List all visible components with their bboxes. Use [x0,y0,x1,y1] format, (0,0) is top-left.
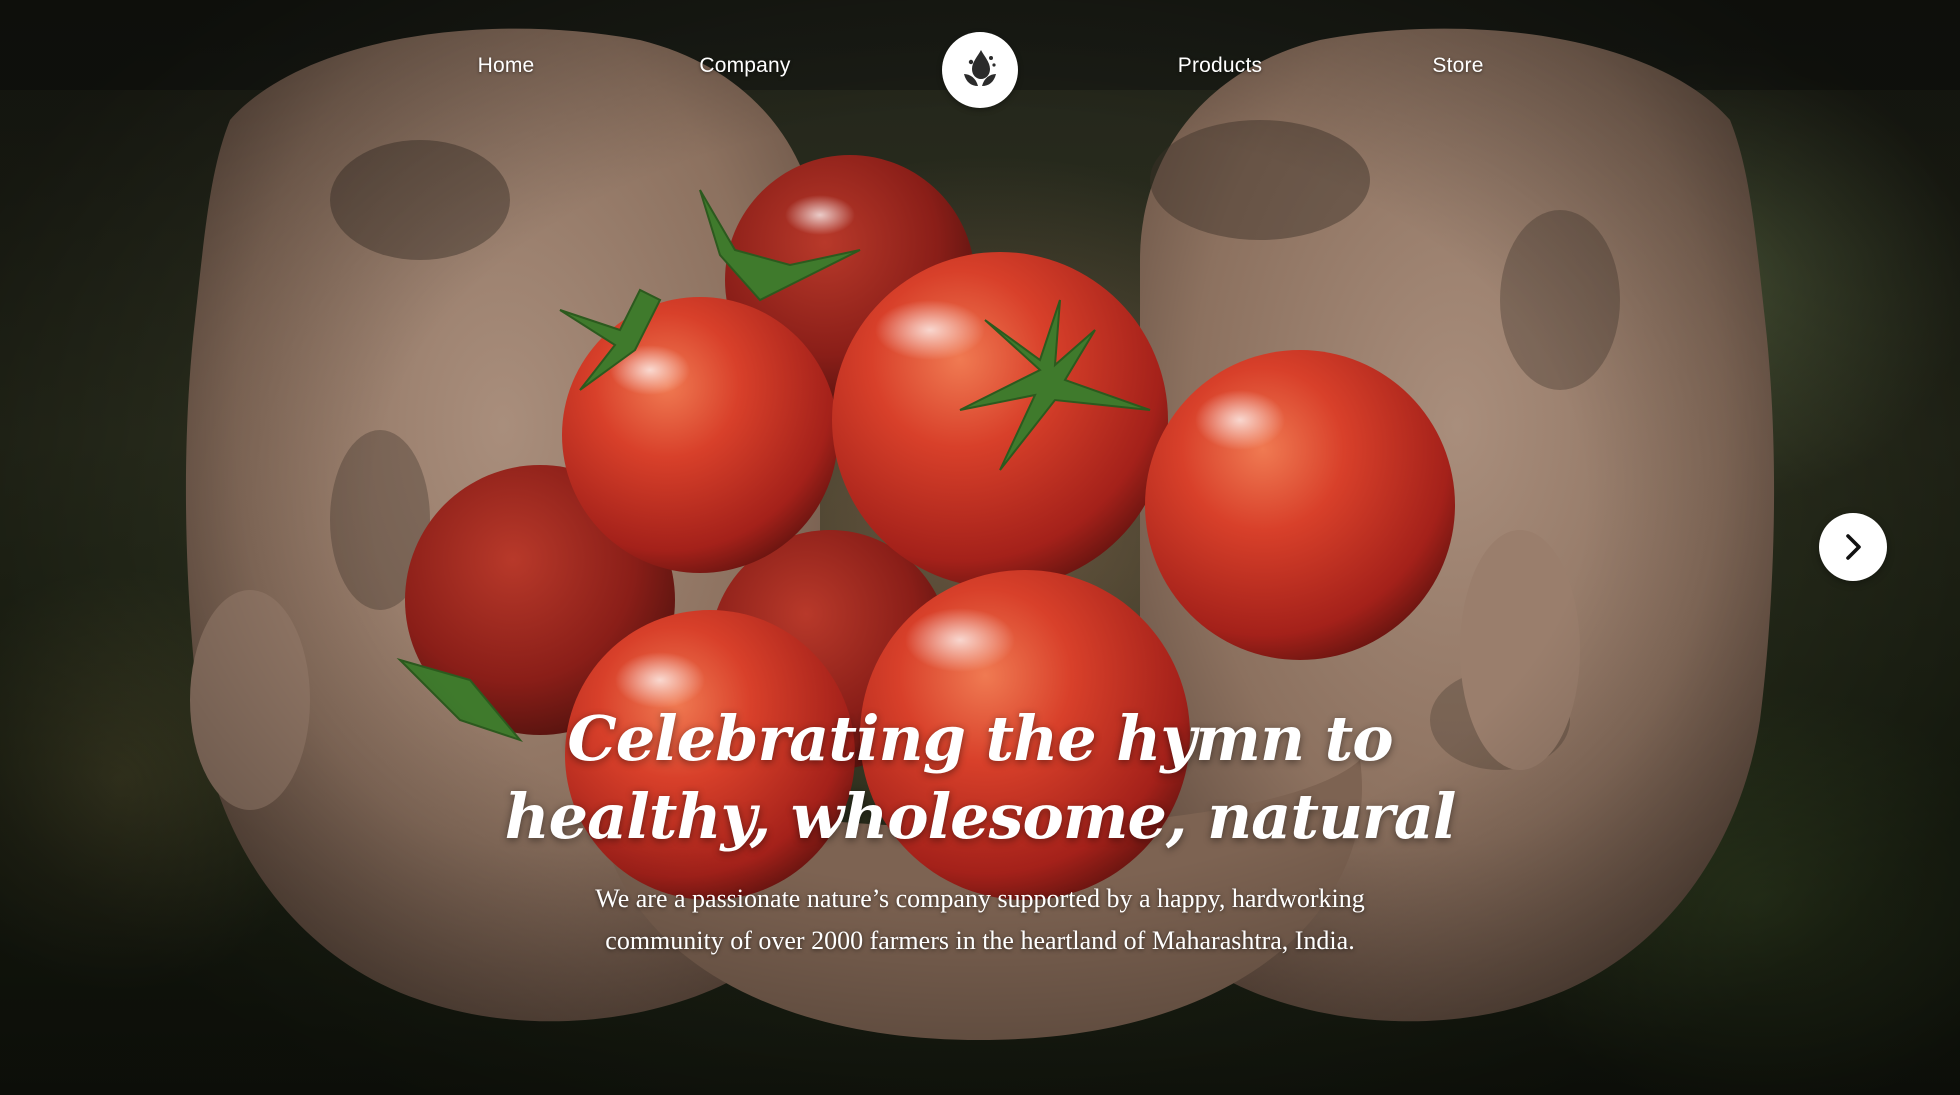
nav-products-link[interactable]: Products [1178,54,1262,78]
hero-headline-line-2: healthy, wholesome, natural [504,780,1457,853]
hero-description-line-2: community of over 2000 farmers in the he… [605,926,1355,955]
nav-home-link[interactable]: Home [478,54,535,78]
nav-store-link[interactable]: Store [1432,54,1483,78]
nav-company-link[interactable]: Company [699,54,790,78]
main-navigation: Home Company Products Store [0,30,1960,110]
chevron-right-icon [1846,534,1861,560]
hero-headline-line-1: Celebrating the hymn to [567,702,1393,775]
slider-next-button[interactable] [1819,513,1887,581]
hero-section: Home Company Products Store Celebrating … [0,0,1960,1095]
brand-logo[interactable] [942,32,1018,108]
hero-description: We are a passionate nature’s company sup… [430,878,1530,962]
leaf-drop-logo-icon [964,50,996,86]
hero-description-line-1: We are a passionate nature’s company sup… [595,884,1365,913]
hero-headline: Celebrating the hymn to healthy, wholeso… [380,700,1580,856]
